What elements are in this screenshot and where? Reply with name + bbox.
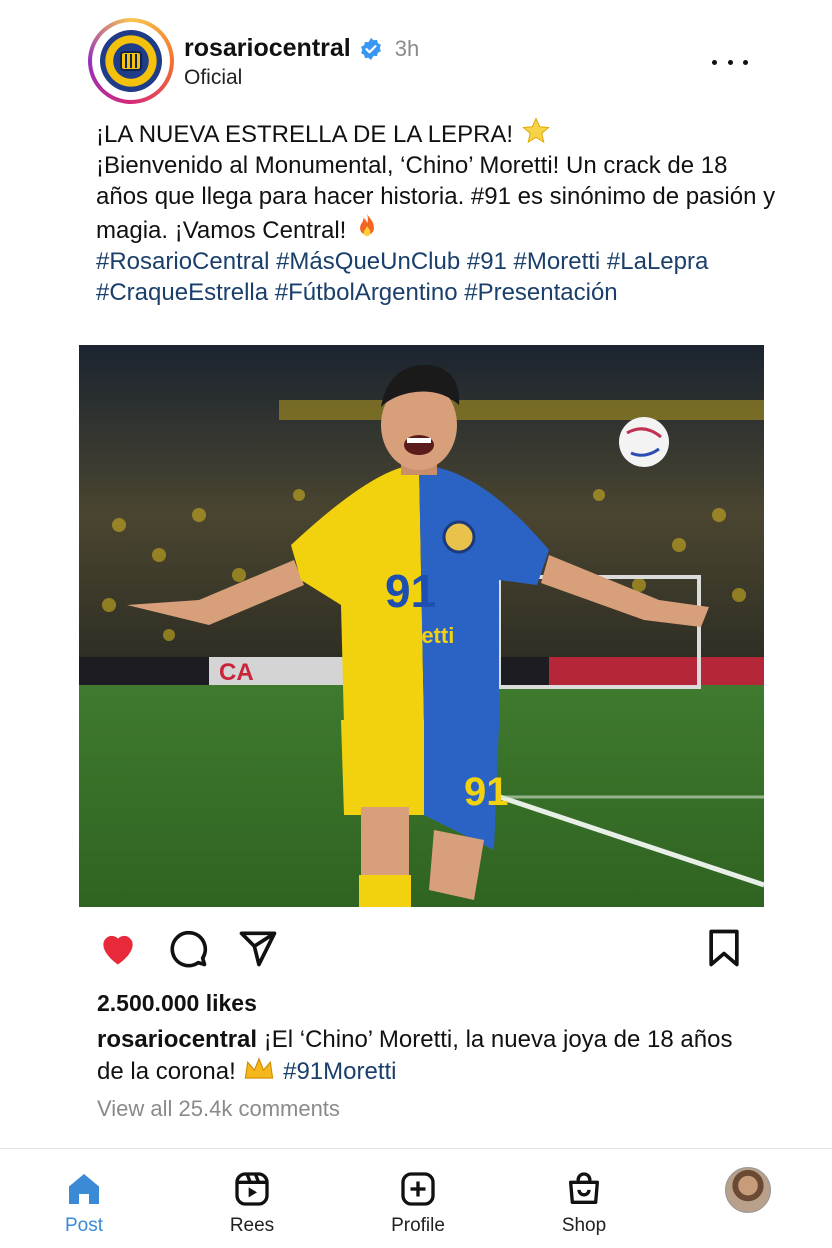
- send-icon[interactable]: [236, 926, 280, 970]
- profile-avatar: [725, 1167, 771, 1213]
- post-photo[interactable]: 91 Moretti 91 CA: [79, 345, 764, 907]
- post-time: 3h: [394, 35, 420, 61]
- comment-icon[interactable]: [166, 926, 210, 970]
- caption-headline-text: ¡LA NUEVA ESTRELLA DE LA LEPRA!: [96, 121, 514, 148]
- post-actions: [0, 920, 832, 980]
- avatar-inner: [92, 22, 170, 100]
- caption-hashtags[interactable]: #RosarioCentral #MásQueUnClub #91 #Moret…: [96, 246, 786, 308]
- tab-account[interactable]: [688, 1167, 808, 1239]
- comment-username[interactable]: rosariocentral: [97, 1026, 257, 1053]
- dot: [743, 59, 748, 65]
- username-row: rosariocentral 3h: [184, 34, 419, 63]
- dot: [712, 59, 717, 65]
- reels-icon: [230, 1167, 274, 1211]
- post-caption: ¡LA NUEVA ESTRELLA DE LA LEPRA! ¡Bienven…: [96, 116, 786, 308]
- tab-profile[interactable]: Profile: [358, 1167, 478, 1239]
- bookmark-icon[interactable]: [702, 926, 746, 970]
- club-crest-icon: [100, 30, 162, 92]
- tab-reels[interactable]: Rees: [192, 1167, 312, 1239]
- more-icon[interactable]: [712, 50, 748, 74]
- photo-illustration: 91 Moretti 91 CA: [79, 345, 764, 907]
- home-icon: [62, 1167, 106, 1211]
- caption-body-text: ¡Bienvenido al Monumental, ‘Chino’ Moret…: [96, 152, 776, 244]
- caption-body: ¡Bienvenido al Monumental, ‘Chino’ Moret…: [96, 150, 786, 246]
- caption-headline: ¡LA NUEVA ESTRELLA DE LA LEPRA!: [96, 116, 786, 150]
- verified-icon: [360, 37, 381, 60]
- dot: [727, 59, 733, 65]
- username[interactable]: rosariocentral: [184, 34, 351, 63]
- account-subtitle: Oficial: [184, 66, 243, 89]
- fire-icon: [360, 213, 374, 237]
- tab-label: Post: [64, 1215, 104, 1236]
- crown-icon: [245, 1057, 274, 1079]
- crest-glyph: [100, 30, 162, 92]
- shorts-number: 91: [464, 770, 509, 814]
- ad-board-text: CA: [219, 659, 254, 686]
- tab-label: Rees: [229, 1215, 275, 1236]
- shop-icon: [562, 1167, 606, 1211]
- star-icon: [522, 117, 550, 144]
- jersey-name: Moretti: [381, 623, 454, 648]
- add-icon: [396, 1167, 440, 1211]
- account-avatar[interactable]: [88, 18, 174, 104]
- tab-shop[interactable]: Shop: [524, 1167, 644, 1239]
- tab-post[interactable]: Post: [24, 1167, 144, 1239]
- tab-label: Shop: [561, 1215, 607, 1236]
- tab-label: Profile: [391, 1215, 445, 1236]
- post-header: rosariocentral 3h Oficial: [0, 0, 832, 110]
- likes-count[interactable]: 2.500.000 likes: [97, 990, 257, 1017]
- jersey-number: 91: [385, 565, 436, 617]
- caption-comment: rosariocentral ¡El ‘Chino’ Moretti, la n…: [97, 1024, 757, 1087]
- view-all-comments[interactable]: View all 25.4k comments: [97, 1096, 340, 1122]
- heart-icon[interactable]: [96, 926, 140, 970]
- bottom-tab-bar: Post Rees Profile Shop: [0, 1148, 832, 1248]
- comment-hashtag[interactable]: #91Moretti: [283, 1058, 396, 1085]
